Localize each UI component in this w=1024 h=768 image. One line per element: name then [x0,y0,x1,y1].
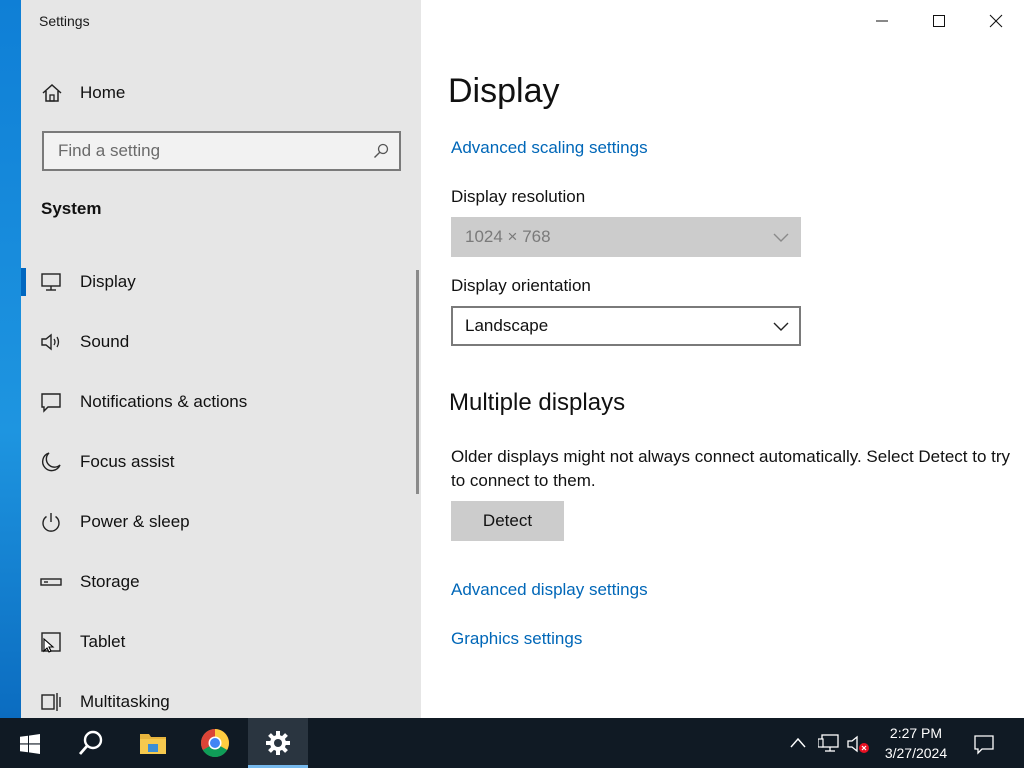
section-title: System [41,199,102,218]
gear-icon [266,731,290,755]
file-explorer-button[interactable] [122,718,184,768]
orientation-dropdown[interactable]: Landscape [451,306,801,346]
close-icon [989,14,1003,28]
detect-button[interactable]: Detect [451,501,564,541]
resolution-dropdown: 1024 × 768 [451,217,801,257]
sidebar-item-label: Sound [80,332,130,351]
settings-window: Settings Home System Dis [21,0,1024,718]
sidebar-item-tablet[interactable]: Tablet [21,612,421,672]
chevron-down-icon [773,233,789,242]
network-icon[interactable] [818,733,840,753]
sidebar-item-label: Display [80,272,136,291]
advanced-scaling-link[interactable]: Advanced scaling settings [451,138,648,158]
window-controls [853,0,1024,42]
taskbar: 2:27 PM 3/27/2024 [0,718,1024,768]
moon-icon [41,452,61,472]
home-label: Home [80,83,126,102]
sidebar-item-sound[interactable]: Sound [21,312,421,372]
sidebar-item-power-sleep[interactable]: Power & sleep [21,492,421,552]
sidebar-item-label: Multitasking [80,692,170,711]
sidebar-home[interactable]: Home [21,72,421,114]
search-icon[interactable] [373,143,389,159]
speaker-icon [41,333,60,351]
minimize-icon [876,20,888,22]
tablet-icon [41,632,61,653]
settings-taskbar-button[interactable] [248,718,308,768]
page-title: Display [448,72,560,110]
sidebar-scrollbar[interactable] [416,270,419,494]
power-icon [42,513,60,532]
chevron-up-icon[interactable] [790,736,806,750]
orientation-value: Landscape [465,316,549,335]
sidebar-item-display[interactable]: Display [21,252,421,312]
start-button[interactable] [0,718,60,768]
windows-logo-icon [20,734,40,754]
home-icon [42,83,62,102]
maximize-icon [933,15,945,27]
chevron-down-icon [773,322,789,331]
app-title: Settings [39,13,90,29]
sidebar-item-focus-assist[interactable]: Focus assist [21,432,421,492]
search-box[interactable] [42,131,401,171]
graphics-settings-link[interactable]: Graphics settings [451,629,582,649]
maximize-button[interactable] [910,0,967,42]
chrome-button[interactable] [184,718,246,768]
clock-date: 3/27/2024 [884,745,948,761]
notification-icon [41,393,61,413]
sidebar: Settings Home System Dis [21,0,421,718]
sidebar-item-multitasking[interactable]: Multitasking [21,672,421,718]
multitasking-icon [41,693,61,711]
search-taskbar-button[interactable] [60,718,122,768]
orientation-label: Display orientation [451,276,591,295]
volume-muted-icon[interactable] [847,734,871,756]
advanced-display-settings-link[interactable]: Advanced display settings [451,580,648,600]
resolution-value: 1024 × 768 [465,227,551,246]
sidebar-item-label: Tablet [80,632,126,651]
folder-icon [140,734,166,754]
search-icon [78,730,103,755]
desktop-background [0,0,21,718]
monitor-icon [41,273,61,291]
sidebar-item-storage[interactable]: Storage [21,552,421,612]
main-content: Display Advanced scaling settings Displa… [421,0,1024,718]
action-center-icon[interactable] [973,733,995,755]
resolution-label: Display resolution [451,187,586,206]
sidebar-item-label: Power & sleep [80,512,190,531]
multiple-displays-description: Older displays might not always connect … [451,447,1011,490]
sidebar-nav: Display Sound Notifications & actions Fo… [21,252,421,718]
sidebar-item-notifications[interactable]: Notifications & actions [21,372,421,432]
minimize-button[interactable] [853,0,910,42]
sidebar-item-label: Notifications & actions [80,392,248,411]
sidebar-item-label: Focus assist [80,452,175,471]
sidebar-item-label: Storage [80,572,140,591]
multiple-displays-heading: Multiple displays [449,389,626,416]
chrome-icon [201,729,229,757]
storage-icon [40,578,62,586]
search-input[interactable] [44,133,364,169]
taskbar-clock[interactable]: 2:27 PM 3/27/2024 [872,723,960,763]
close-button[interactable] [967,0,1024,42]
clock-time: 2:27 PM [889,725,943,741]
